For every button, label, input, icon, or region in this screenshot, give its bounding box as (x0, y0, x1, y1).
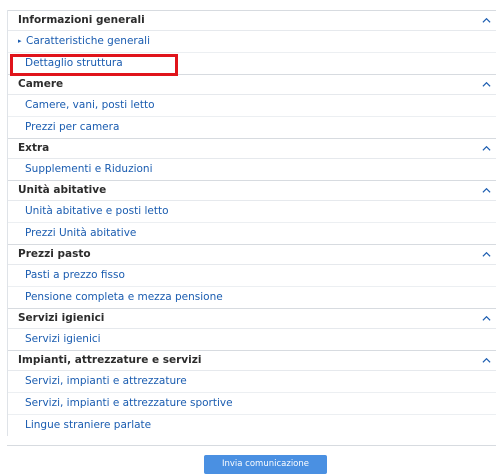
section-header-informazioni-generali[interactable]: Informazioni generali (8, 11, 496, 31)
nav-item-pasti-prezzo-fisso[interactable]: Pasti a prezzo fisso (8, 265, 496, 287)
nav-item-label: Servizi igienici (25, 333, 101, 345)
nav-item-label: Pensione completa e mezza pensione (25, 291, 223, 303)
chevron-up-icon[interactable] (482, 16, 491, 25)
chevron-up-icon[interactable] (482, 356, 491, 365)
send-communication-button[interactable]: Invia comunicazione (204, 455, 327, 474)
nav-item-label: Lingue straniere parlate (25, 419, 152, 431)
nav-item-unita-abitative-posti-letto[interactable]: Unità abitative e posti letto (8, 201, 496, 223)
section-header-servizi-igienici[interactable]: Servizi igienici (8, 309, 496, 329)
nav-item-label: Pasti a prezzo fisso (25, 269, 125, 281)
footer: Invia comunicazione (7, 445, 496, 476)
chevron-up-icon[interactable] (482, 186, 491, 195)
chevron-up-icon[interactable] (482, 314, 491, 323)
nav-item-label: Supplementi e Riduzioni (25, 163, 153, 175)
nav-item-servizi-attrezzature-sportive[interactable]: Servizi, impianti e attrezzature sportiv… (8, 393, 496, 415)
nav-item-label: Servizi, impianti e attrezzature (25, 375, 187, 387)
section-title: Informazioni generali (18, 14, 145, 26)
section-title: Servizi igienici (18, 312, 105, 324)
nav-item-label: Prezzi per camera (25, 121, 120, 133)
nav-item-supplementi-riduzioni[interactable]: Supplementi e Riduzioni (8, 159, 496, 180)
active-marker-icon: ▸ (18, 37, 22, 45)
nav-item-label: Unità abitative e posti letto (25, 205, 169, 217)
section-servizi-igienici: Servizi igienici Servizi igienici (8, 308, 496, 350)
chevron-up-icon[interactable] (482, 144, 491, 153)
chevron-up-icon[interactable] (482, 250, 491, 259)
nav-item-label: Camere, vani, posti letto (25, 99, 155, 111)
section-header-unita-abitative[interactable]: Unità abitative (8, 181, 496, 201)
section-title: Camere (18, 78, 64, 90)
section-header-prezzi-pasto[interactable]: Prezzi pasto (8, 245, 496, 265)
section-title: Extra (18, 142, 50, 154)
selection-highlight (10, 54, 178, 76)
nav-item-prezzi-unita-abitative[interactable]: Prezzi Unità abitative (8, 223, 496, 244)
nav-item-prezzi-per-camera[interactable]: Prezzi per camera (8, 117, 496, 138)
nav-item-label: Prezzi Unità abitative (25, 227, 137, 239)
section-title: Impianti, attrezzature e servizi (18, 354, 202, 366)
nav-item-camere-vani-posti-letto[interactable]: Camere, vani, posti letto (8, 95, 496, 117)
section-prezzi-pasto: Prezzi pasto Pasti a prezzo fisso Pensio… (8, 244, 496, 308)
nav-item-label: Servizi, impianti e attrezzature sportiv… (25, 397, 233, 409)
section-extra: Extra Supplementi e Riduzioni (8, 138, 496, 180)
chevron-up-icon[interactable] (482, 80, 491, 89)
section-header-impianti-attrezzature[interactable]: Impianti, attrezzature e servizi (8, 351, 496, 371)
nav-item-servizi-igienici[interactable]: Servizi igienici (8, 329, 496, 350)
nav-item-caratteristiche-generali[interactable]: ▸ Caratteristiche generali (8, 31, 496, 53)
section-title: Prezzi pasto (18, 248, 91, 260)
nav-item-lingue-straniere[interactable]: Lingue straniere parlate (8, 415, 496, 436)
section-unita-abitative: Unità abitative Unità abitative e posti … (8, 180, 496, 244)
section-camere: Camere Camere, vani, posti letto Prezzi … (8, 74, 496, 138)
nav-item-servizi-impianti-attrezzature[interactable]: Servizi, impianti e attrezzature (8, 371, 496, 393)
section-header-extra[interactable]: Extra (8, 139, 496, 159)
nav-item-label: Caratteristiche generali (26, 35, 151, 47)
section-title: Unità abitative (18, 184, 107, 196)
section-impianti-attrezzature: Impianti, attrezzature e servizi Servizi… (8, 350, 496, 436)
section-header-camere[interactable]: Camere (8, 75, 496, 95)
nav-item-pensione-completa[interactable]: Pensione completa e mezza pensione (8, 287, 496, 308)
